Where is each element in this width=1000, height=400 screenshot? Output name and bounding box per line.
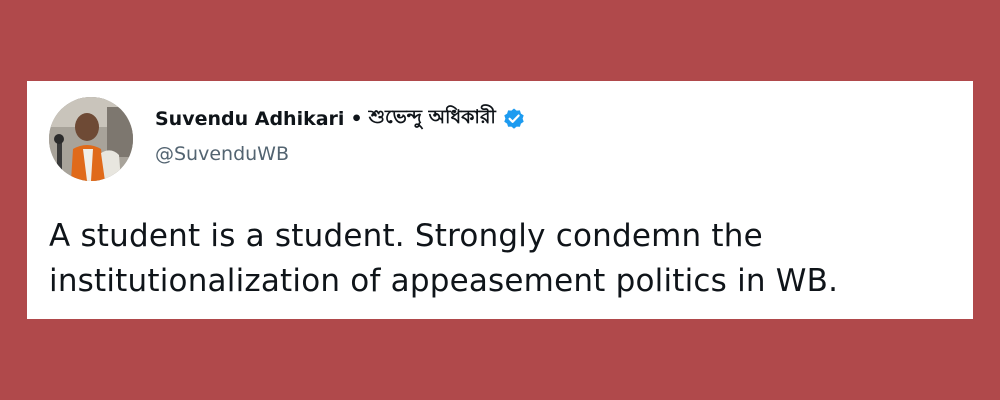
author-name-bengali[interactable]: শুভেন্দু অধিকারী [369, 103, 496, 135]
tweet-text: A student is a student. Strongly condemn… [49, 214, 949, 304]
tweet-text-line: A student is a student. Strongly condemn… [49, 218, 763, 254]
tweet-text-line: institutionalization of appeasement poli… [49, 263, 839, 299]
author-name[interactable]: Suvendu Adhikari [155, 108, 344, 130]
name-separator: • [350, 108, 363, 130]
verified-badge-icon [502, 107, 526, 131]
avatar[interactable] [49, 97, 133, 181]
author-handle[interactable]: @SuvenduWB [155, 143, 289, 165]
tweet-card: Suvendu Adhikari • শুভেন্দু অধিকারী @Suv… [27, 81, 973, 319]
author-name-row[interactable]: Suvendu Adhikari • শুভেন্দু অধিকারী [155, 105, 526, 133]
avatar-photo [49, 97, 133, 181]
